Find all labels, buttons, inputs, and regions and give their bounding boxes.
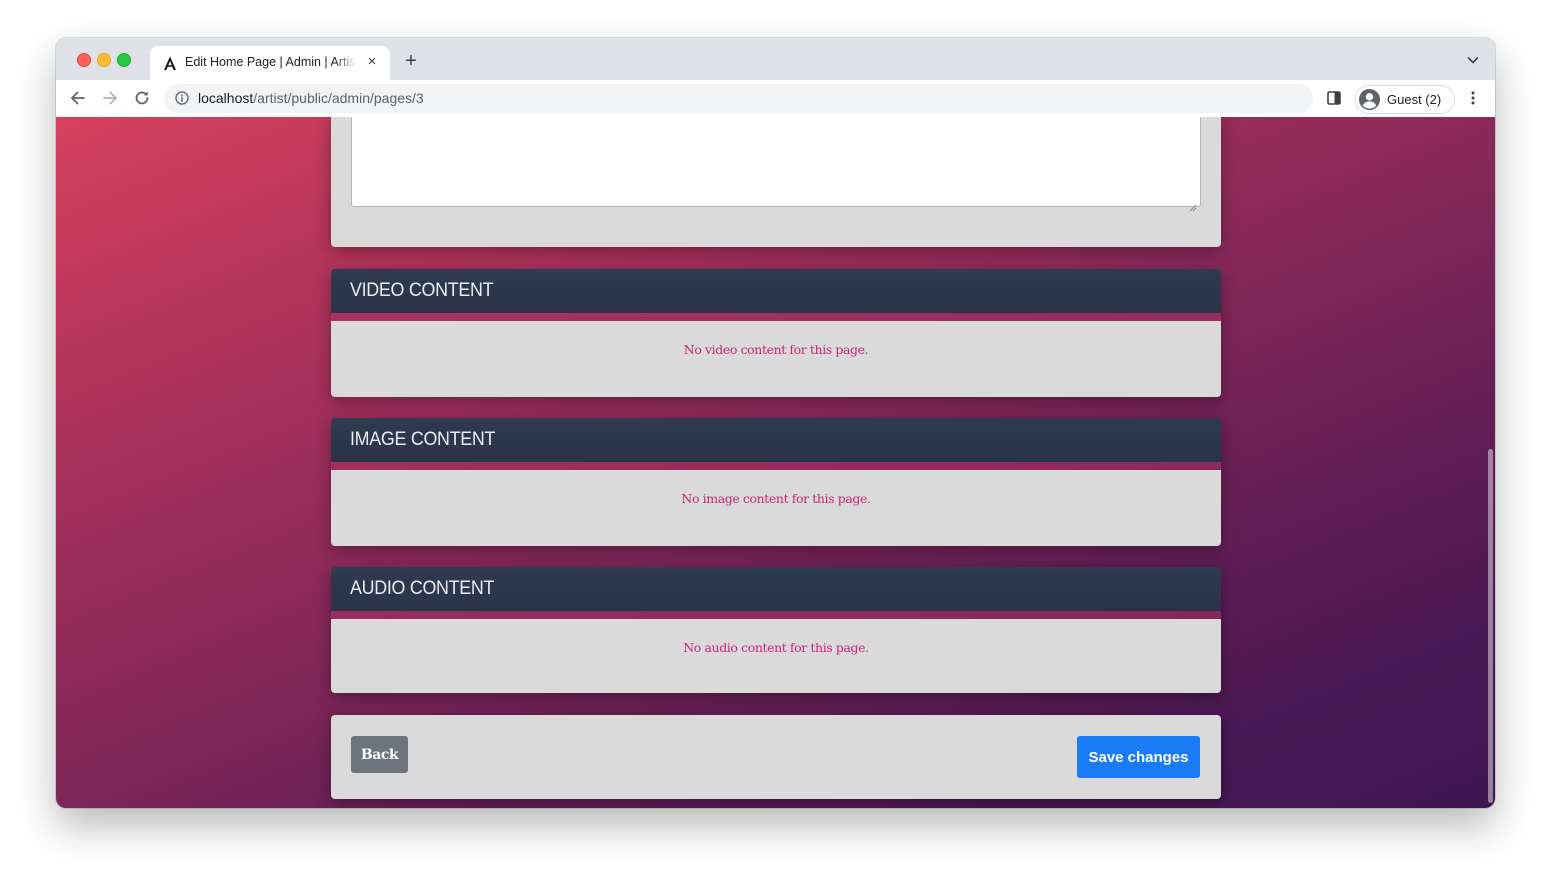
image-content-section: IMAGE CONTENT No image content for this … <box>331 418 1221 546</box>
plus-icon[interactable]: + <box>401 51 421 71</box>
reload-icon[interactable] <box>132 88 152 108</box>
resize-grip-icon[interactable] <box>1189 199 1197 212</box>
url-host: localhost <box>198 90 254 106</box>
back-arrow-icon[interactable] <box>68 88 88 108</box>
info-icon[interactable] <box>175 91 189 105</box>
save-changes-button[interactable]: Save changes <box>1077 736 1200 778</box>
empty-message: No video content for this page. <box>683 342 869 357</box>
tab-title: Edit Home Page | Admin | Artist <box>185 55 357 69</box>
side-panel-icon[interactable] <box>1327 91 1341 105</box>
close-icon[interactable]: × <box>364 54 380 70</box>
content-textarea[interactable] <box>351 117 1201 207</box>
section-title: IMAGE CONTENT <box>350 429 496 450</box>
section-header: VIDEO CONTENT <box>331 269 1221 313</box>
page-scrollbar[interactable] <box>1488 449 1493 803</box>
avatar-icon <box>1358 88 1381 111</box>
browser-window: Edit Home Page | Admin | Artist × + loca… <box>56 38 1495 808</box>
profile-button[interactable]: Guest (2) <box>1355 85 1455 114</box>
section-body: No image content for this page. <box>331 470 1221 546</box>
url-path: /artist/public/admin/pages/3 <box>253 90 424 106</box>
back-button[interactable]: Back <box>351 736 408 773</box>
text-content-card <box>331 117 1221 247</box>
section-title: VIDEO CONTENT <box>350 280 494 301</box>
forward-arrow-icon[interactable] <box>100 88 120 108</box>
tab-strip: Edit Home Page | Admin | Artist × + <box>56 38 1495 80</box>
browser-toolbar: localhost/artist/public/admin/pages/3 Gu… <box>56 80 1495 118</box>
empty-message: No image content for this page. <box>681 491 871 506</box>
address-bar[interactable]: localhost/artist/public/admin/pages/3 <box>164 84 1313 113</box>
kebab-menu-icon[interactable] <box>1465 90 1481 106</box>
chevron-down-icon[interactable] <box>1465 52 1481 68</box>
section-body: No video content for this page. <box>331 321 1221 397</box>
section-title: AUDIO CONTENT <box>350 578 495 599</box>
video-content-section: VIDEO CONTENT No video content for this … <box>331 269 1221 397</box>
favicon-a-icon <box>162 55 178 71</box>
close-window-button[interactable] <box>77 53 91 67</box>
active-tab[interactable]: Edit Home Page | Admin | Artist × <box>150 46 390 80</box>
zoom-window-button[interactable] <box>117 53 131 67</box>
section-header: IMAGE CONTENT <box>331 418 1221 462</box>
section-body: No audio content for this page. <box>331 619 1221 693</box>
section-divider <box>331 313 1221 321</box>
section-divider <box>331 462 1221 470</box>
page-viewport: VIDEO CONTENT No video content for this … <box>56 117 1495 808</box>
profile-label: Guest (2) <box>1387 92 1442 107</box>
empty-message: No audio content for this page. <box>683 640 869 655</box>
url-text: localhost/artist/public/admin/pages/3 <box>198 90 424 106</box>
section-header: AUDIO CONTENT <box>331 567 1221 611</box>
minimize-window-button[interactable] <box>97 53 111 67</box>
form-actions-card: Back Save changes <box>331 715 1221 799</box>
audio-content-section: AUDIO CONTENT No audio content for this … <box>331 567 1221 693</box>
section-divider <box>331 611 1221 619</box>
